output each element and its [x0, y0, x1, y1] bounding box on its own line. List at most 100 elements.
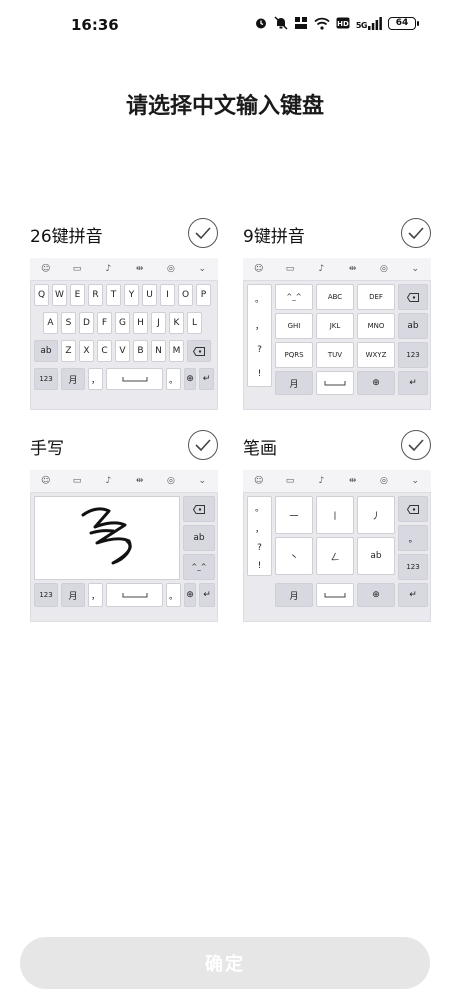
key-period: 。 — [166, 583, 181, 607]
keyboard-toolbar: ☺ ▭ ♪ ⇹ ◎ ⌄ — [30, 258, 218, 280]
keyboard-body: ab ^_^ 123 月 ， 。 ⊕ ↵ — [30, 492, 218, 622]
punctuation-column: 。 ， ? ! — [247, 496, 272, 576]
collapse-icon: ⌄ — [198, 476, 207, 486]
option-handwriting[interactable]: 手写 ☺ ▭ ♪ ⇹ ◎ ⌄ ab ^_^ 123 月 ， 。 ⊕ ↵ — [30, 430, 218, 630]
key-stroke: ㄥ — [316, 537, 354, 575]
enter-icon: ↵ — [398, 371, 428, 395]
key-123: 123 — [398, 554, 428, 580]
clipboard-icon: ▭ — [285, 476, 295, 486]
key: Z — [61, 340, 76, 362]
wifi-icon — [314, 17, 330, 30]
key: F — [97, 312, 112, 334]
key-ab: ab — [183, 525, 215, 551]
key-123: 123 — [398, 342, 428, 368]
key: W — [52, 284, 67, 306]
settings-icon: ◎ — [380, 476, 388, 486]
key-moon: 月 — [61, 583, 85, 607]
key-stroke: 丶 — [275, 537, 313, 575]
globe-icon: ⊕ — [184, 368, 196, 390]
keyboard-body: 。 ， ? ! ^_^ ABC DEF GHI JKL MNO ab PQRS … — [243, 280, 431, 410]
keyboard-body: Q W E R T Y U I O P A S D F G H J K L ab… — [30, 280, 218, 410]
keyboard-preview-26: ☺ ▭ ♪ ⇹ ◎ ⌄ Q W E R T Y U I O P A S D F … — [30, 258, 218, 410]
backspace-icon — [398, 284, 428, 310]
handwriting-canvas — [34, 496, 180, 580]
key: G — [115, 312, 130, 334]
key: Q — [34, 284, 49, 306]
key-ab: ab — [34, 340, 58, 362]
option-9-key-pinyin[interactable]: 9键拼音 ☺ ▭ ♪ ⇹ ◎ ⌄ 。 ， ? ! ^_^ ABC DEF GHI — [243, 218, 431, 418]
key: PQRS — [275, 342, 313, 368]
punct: ! — [257, 561, 262, 571]
signal-icon: 5G — [356, 16, 382, 30]
backspace-icon — [398, 496, 428, 522]
option-label: 26键拼音 — [30, 227, 103, 247]
key: JKL — [316, 313, 354, 339]
key: S — [61, 312, 76, 334]
data-speed-icon — [294, 17, 307, 29]
option-label: 笔画 — [243, 439, 277, 459]
handwriting-stroke-icon — [81, 507, 132, 565]
key-comma: ， — [88, 583, 103, 607]
key: U — [142, 284, 157, 306]
key: R — [88, 284, 103, 306]
key: B — [133, 340, 148, 362]
key: H — [133, 312, 148, 334]
key-period: 。 — [398, 525, 428, 551]
option-stroke[interactable]: 笔画 ☺ ▭ ♪ ⇹ ◎ ⌄ 。 ， ? ! 一 丨 丿 丶 ㄥ ab 。 12… — [243, 430, 431, 630]
keyboard-toolbar: ☺ ▭ ♪ ⇹ ◎ ⌄ — [30, 470, 218, 492]
cursor-icon: ⇹ — [135, 264, 144, 274]
alarm-icon — [255, 18, 266, 29]
key: MNO — [357, 313, 395, 339]
globe-icon: ⊕ — [184, 583, 196, 607]
settings-icon: ◎ — [167, 476, 175, 486]
key: M — [169, 340, 184, 362]
key: TUV — [316, 342, 354, 368]
punct: ? — [257, 345, 262, 356]
emoji-icon: ☺ — [40, 476, 51, 486]
enter-icon: ↵ — [199, 583, 215, 607]
key: ABC — [316, 284, 354, 310]
option-26-key-pinyin[interactable]: 26键拼音 ☺ ▭ ♪ ⇹ ◎ ⌄ Q W E R T Y U I O P A … — [30, 218, 218, 418]
check-circle-icon[interactable] — [401, 430, 431, 460]
battery-level: 64 — [395, 18, 409, 28]
settings-icon: ◎ — [380, 264, 388, 274]
status-time: 16:36 — [71, 16, 119, 34]
check-circle-icon[interactable] — [401, 218, 431, 248]
key: ^_^ — [275, 284, 313, 310]
mic-icon: ♪ — [318, 264, 325, 274]
key-comma: ， — [88, 368, 103, 390]
punct: ， — [254, 525, 264, 535]
keyboard-preview-stroke: ☺ ▭ ♪ ⇹ ◎ ⌄ 。 ， ? ! 一 丨 丿 丶 ㄥ ab 。 123 月… — [243, 470, 431, 622]
space-icon — [106, 368, 163, 390]
mic-icon: ♪ — [105, 476, 112, 486]
page-title: 请选择中文输入键盘 — [125, 94, 324, 119]
key: N — [151, 340, 166, 362]
cursor-icon: ⇹ — [348, 264, 357, 274]
key: P — [196, 284, 211, 306]
cursor-icon: ⇹ — [348, 476, 357, 486]
key: A — [43, 312, 58, 334]
key-ab: ab — [398, 313, 428, 339]
option-label: 手写 — [30, 439, 64, 459]
key-123: 123 — [34, 368, 58, 390]
check-circle-icon[interactable] — [188, 430, 218, 460]
key: DEF — [357, 284, 395, 310]
key: GHI — [275, 313, 313, 339]
key: X — [79, 340, 94, 362]
key: C — [97, 340, 112, 362]
confirm-button[interactable]: 确定 — [20, 937, 430, 989]
mic-icon: ♪ — [105, 264, 112, 274]
keyboard-preview-handwriting: ☺ ▭ ♪ ⇹ ◎ ⌄ ab ^_^ 123 月 ， 。 ⊕ ↵ — [30, 470, 218, 622]
space-icon — [316, 583, 354, 607]
check-circle-icon[interactable] — [188, 218, 218, 248]
space-icon — [106, 583, 163, 607]
space-icon — [316, 371, 354, 395]
status-icons: HD 5G 64 — [254, 16, 419, 30]
globe-icon: ⊕ — [357, 371, 395, 395]
keyboard-toolbar: ☺ ▭ ♪ ⇹ ◎ ⌄ — [243, 470, 431, 492]
clipboard-icon: ▭ — [72, 264, 82, 274]
collapse-icon: ⌄ — [411, 264, 420, 274]
keyboard-body: 。 ， ? ! 一 丨 丿 丶 ㄥ ab 。 123 月 ⊕ ↵ — [243, 492, 431, 622]
key-stroke: 丨 — [316, 496, 354, 534]
globe-icon: ⊕ — [357, 583, 395, 607]
